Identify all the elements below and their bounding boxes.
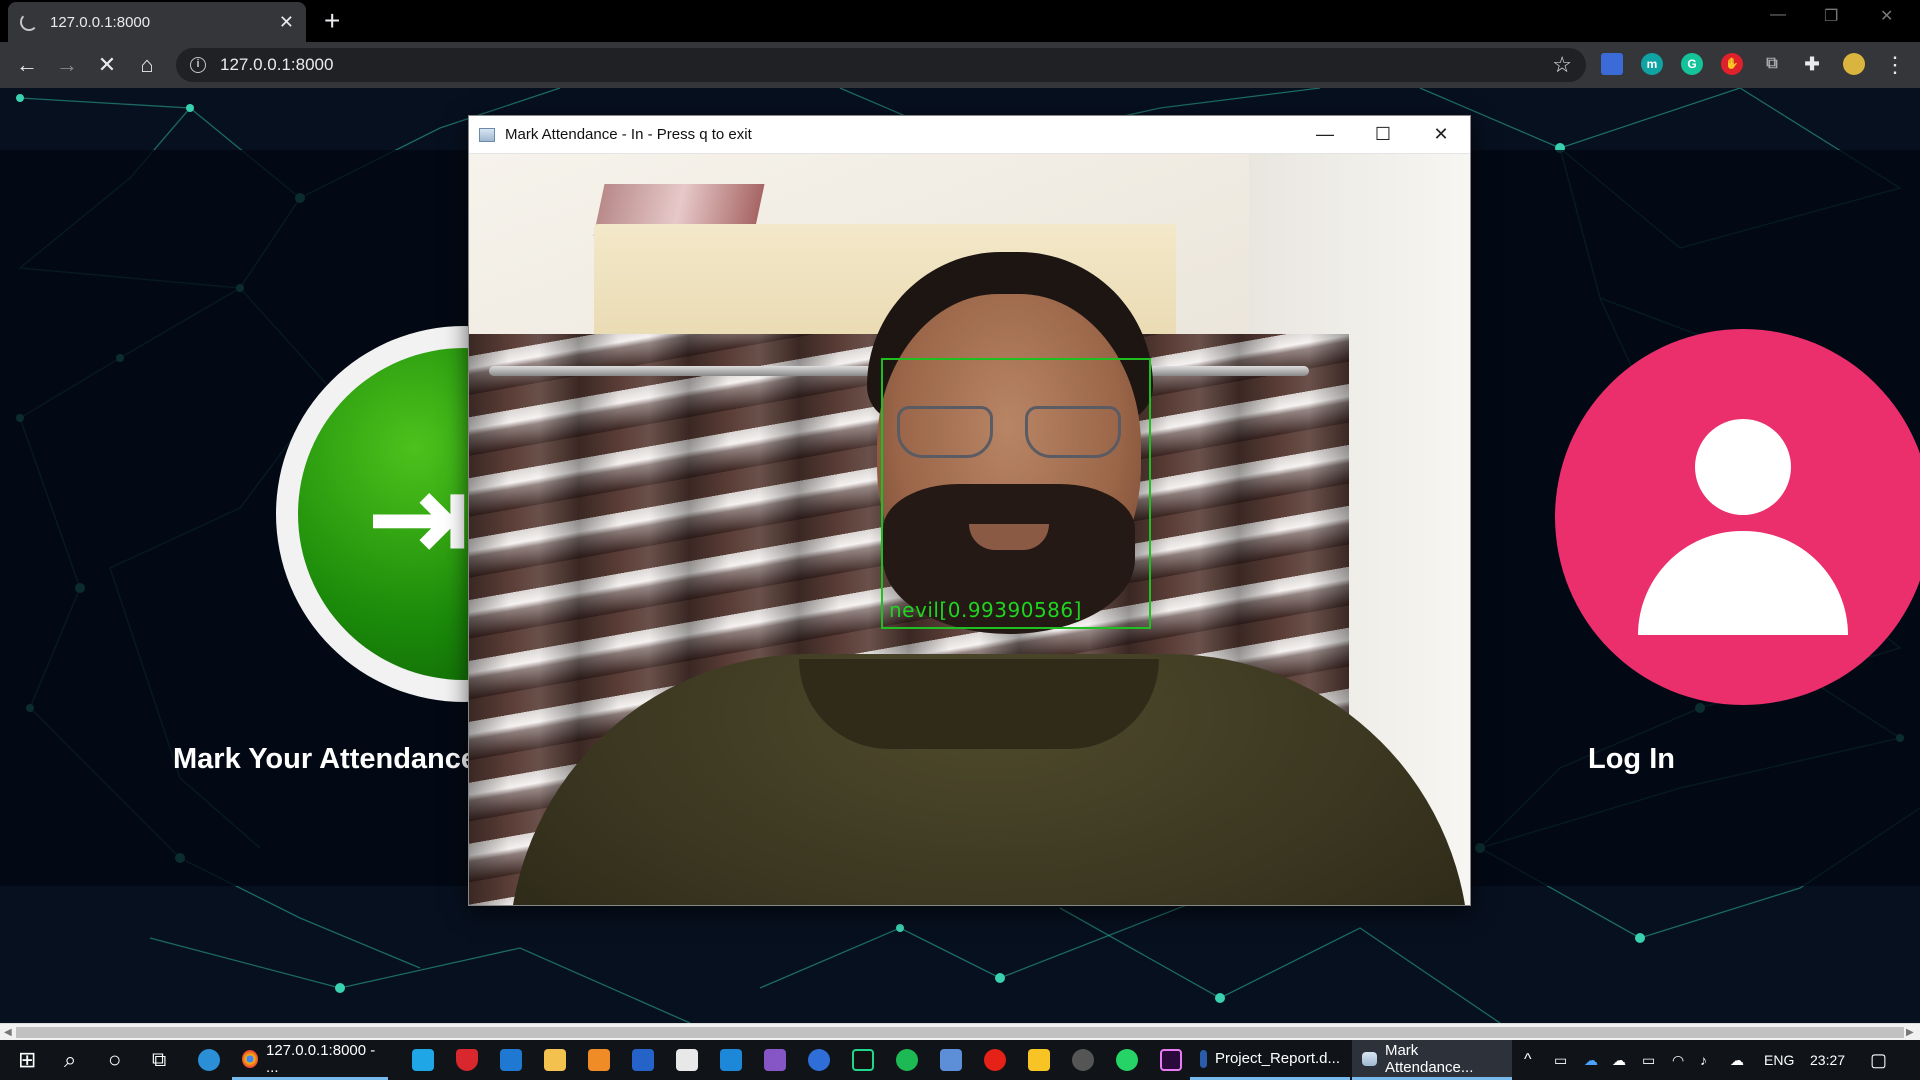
bookmark-star-icon[interactable]: ☆ bbox=[1552, 52, 1572, 78]
horizontal-scrollbar[interactable]: ◀ ▶ bbox=[0, 1023, 1920, 1040]
github-icon[interactable] bbox=[1062, 1040, 1104, 1080]
loading-spinner-icon bbox=[20, 13, 38, 31]
notifications-icon[interactable]: ▢ bbox=[1870, 1040, 1887, 1080]
puzzle-ext-icon[interactable]: ✚ bbox=[1801, 53, 1823, 75]
taskbar-chrome-label: 127.0.0.1:8000 - ... bbox=[266, 1041, 376, 1076]
back-button[interactable]: ← bbox=[12, 50, 42, 80]
wifi-icon[interactable]: ◠ bbox=[1672, 1040, 1684, 1080]
window-app-icon bbox=[479, 127, 495, 142]
scrollbar-thumb[interactable] bbox=[16, 1027, 1904, 1038]
url-text[interactable]: 127.0.0.1:8000 bbox=[220, 55, 333, 75]
scroll-right-icon[interactable]: ▶ bbox=[1906, 1024, 1914, 1041]
visual-studio-icon[interactable] bbox=[754, 1040, 796, 1080]
camera-feed: nevil[0.99390586] bbox=[469, 154, 1470, 905]
copy-ext-icon[interactable]: ⧉ bbox=[1761, 53, 1783, 75]
search-icon[interactable]: ⌕ bbox=[54, 1040, 86, 1080]
tray-device-icon[interactable]: ▭ bbox=[1554, 1040, 1567, 1080]
forward-button[interactable]: → bbox=[52, 50, 82, 80]
grammarly-icon[interactable]: G bbox=[1681, 53, 1703, 75]
browser-tab-strip: 127.0.0.1:8000 ✕ + — ❐ ✕ bbox=[0, 0, 1920, 42]
taskbar-chrome[interactable]: 127.0.0.1:8000 - ... bbox=[232, 1040, 388, 1080]
premiere-icon[interactable] bbox=[1150, 1040, 1192, 1080]
tray-chevron-icon[interactable]: ^ bbox=[1524, 1040, 1532, 1080]
blue-ext-icon[interactable] bbox=[1601, 53, 1623, 75]
m-ext-icon[interactable]: m bbox=[1641, 53, 1663, 75]
pycharm-icon[interactable] bbox=[842, 1040, 884, 1080]
app-l-icon[interactable] bbox=[402, 1040, 444, 1080]
store-icon[interactable] bbox=[666, 1040, 708, 1080]
calculator-icon[interactable] bbox=[622, 1040, 664, 1080]
user-avatar-icon bbox=[1695, 419, 1791, 515]
whatsapp-icon[interactable] bbox=[1106, 1040, 1148, 1080]
home-button[interactable]: ⌂ bbox=[132, 50, 162, 80]
taskbar-word[interactable]: Project_Report.d... bbox=[1190, 1040, 1350, 1080]
profile-avatar-icon[interactable] bbox=[1843, 53, 1865, 75]
taskbar-word-label: Project_Report.d... bbox=[1214, 1050, 1340, 1067]
window-close-button[interactable]: ✕ bbox=[1880, 6, 1893, 26]
site-info-icon[interactable]: i bbox=[190, 57, 206, 73]
camera-minimize-button[interactable]: — bbox=[1296, 124, 1354, 145]
youtube-icon[interactable] bbox=[974, 1040, 1016, 1080]
cloud-icon[interactable]: ☁ bbox=[1612, 1040, 1626, 1080]
task-view-icon[interactable]: ⧉ bbox=[142, 1040, 176, 1080]
red-hand-ext-icon[interactable]: ✋ bbox=[1721, 53, 1743, 75]
windows-taskbar: ⊞ ⌕ ○ ⧉ 127.0.0.1:8000 - ... Project_Rep… bbox=[0, 1040, 1920, 1080]
browser-tab[interactable]: 127.0.0.1:8000 ✕ bbox=[8, 2, 306, 42]
browser-menu-icon[interactable]: ⋮ bbox=[1880, 50, 1910, 80]
address-bar[interactable]: i 127.0.0.1:8000 ☆ bbox=[176, 48, 1586, 82]
window-restore-button[interactable]: ❐ bbox=[1824, 6, 1838, 26]
vscode-icon[interactable] bbox=[710, 1040, 752, 1080]
camera-window[interactable]: Mark Attendance - In - Press q to exit —… bbox=[468, 115, 1471, 906]
new-tab-button[interactable]: + bbox=[324, 6, 340, 36]
sublime-icon[interactable] bbox=[578, 1040, 620, 1080]
file-explorer-icon[interactable] bbox=[534, 1040, 576, 1080]
camera-maximize-button[interactable]: ☐ bbox=[1354, 124, 1412, 145]
upload-cloud-icon[interactable]: ☁ bbox=[1730, 1040, 1744, 1080]
app-circle-icon[interactable] bbox=[798, 1040, 840, 1080]
mark-attendance-label[interactable]: Mark Your Attendance bbox=[173, 743, 477, 776]
face-detection-box bbox=[881, 358, 1151, 629]
mail-icon[interactable] bbox=[490, 1040, 532, 1080]
windows-start-icon[interactable]: ⊞ bbox=[8, 1040, 46, 1080]
chrome-icon bbox=[242, 1049, 258, 1068]
browser-toolbar: ← → ✕ ⌂ i 127.0.0.1:8000 ☆ m G ✋ ⧉ ✚ ⋮ bbox=[0, 42, 1920, 88]
taskbar-mark-attendance[interactable]: Mark Attendance... bbox=[1352, 1040, 1512, 1080]
edge-icon[interactable] bbox=[188, 1040, 230, 1080]
spotify-icon[interactable] bbox=[886, 1040, 928, 1080]
camera-window-title: Mark Attendance - In - Press q to exit bbox=[505, 126, 752, 143]
scroll-left-icon[interactable]: ◀ bbox=[4, 1024, 12, 1041]
tab-close-icon[interactable]: ✕ bbox=[279, 12, 294, 33]
taskbar-mark-attendance-label: Mark Attendance... bbox=[1384, 1041, 1474, 1076]
camera-close-button[interactable]: ✕ bbox=[1412, 124, 1470, 145]
language-indicator[interactable]: ENG bbox=[1764, 1040, 1794, 1080]
word-icon bbox=[1200, 1049, 1207, 1068]
login-label[interactable]: Log In bbox=[1588, 743, 1675, 776]
battery-icon[interactable]: ▭ bbox=[1642, 1040, 1655, 1080]
face-detection-label: nevil[0.99390586] bbox=[889, 598, 1082, 622]
onedrive-icon[interactable]: ☁ bbox=[1584, 1040, 1598, 1080]
volume-icon[interactable]: ♪ bbox=[1700, 1040, 1707, 1080]
cortana-icon[interactable]: ○ bbox=[98, 1040, 131, 1080]
login-button[interactable] bbox=[1555, 329, 1920, 705]
camera-window-app-icon bbox=[1362, 1051, 1377, 1066]
cube-app-icon[interactable] bbox=[930, 1040, 972, 1080]
shield-app-icon[interactable] bbox=[446, 1040, 488, 1080]
stop-loading-button[interactable]: ✕ bbox=[92, 50, 122, 80]
window-minimize-button[interactable]: — bbox=[1770, 6, 1786, 24]
sticky-notes-icon[interactable] bbox=[1018, 1040, 1060, 1080]
clock[interactable]: 23:27 bbox=[1810, 1040, 1845, 1080]
tab-title: 127.0.0.1:8000 bbox=[50, 13, 151, 31]
camera-window-titlebar[interactable]: Mark Attendance - In - Press q to exit —… bbox=[469, 116, 1470, 154]
